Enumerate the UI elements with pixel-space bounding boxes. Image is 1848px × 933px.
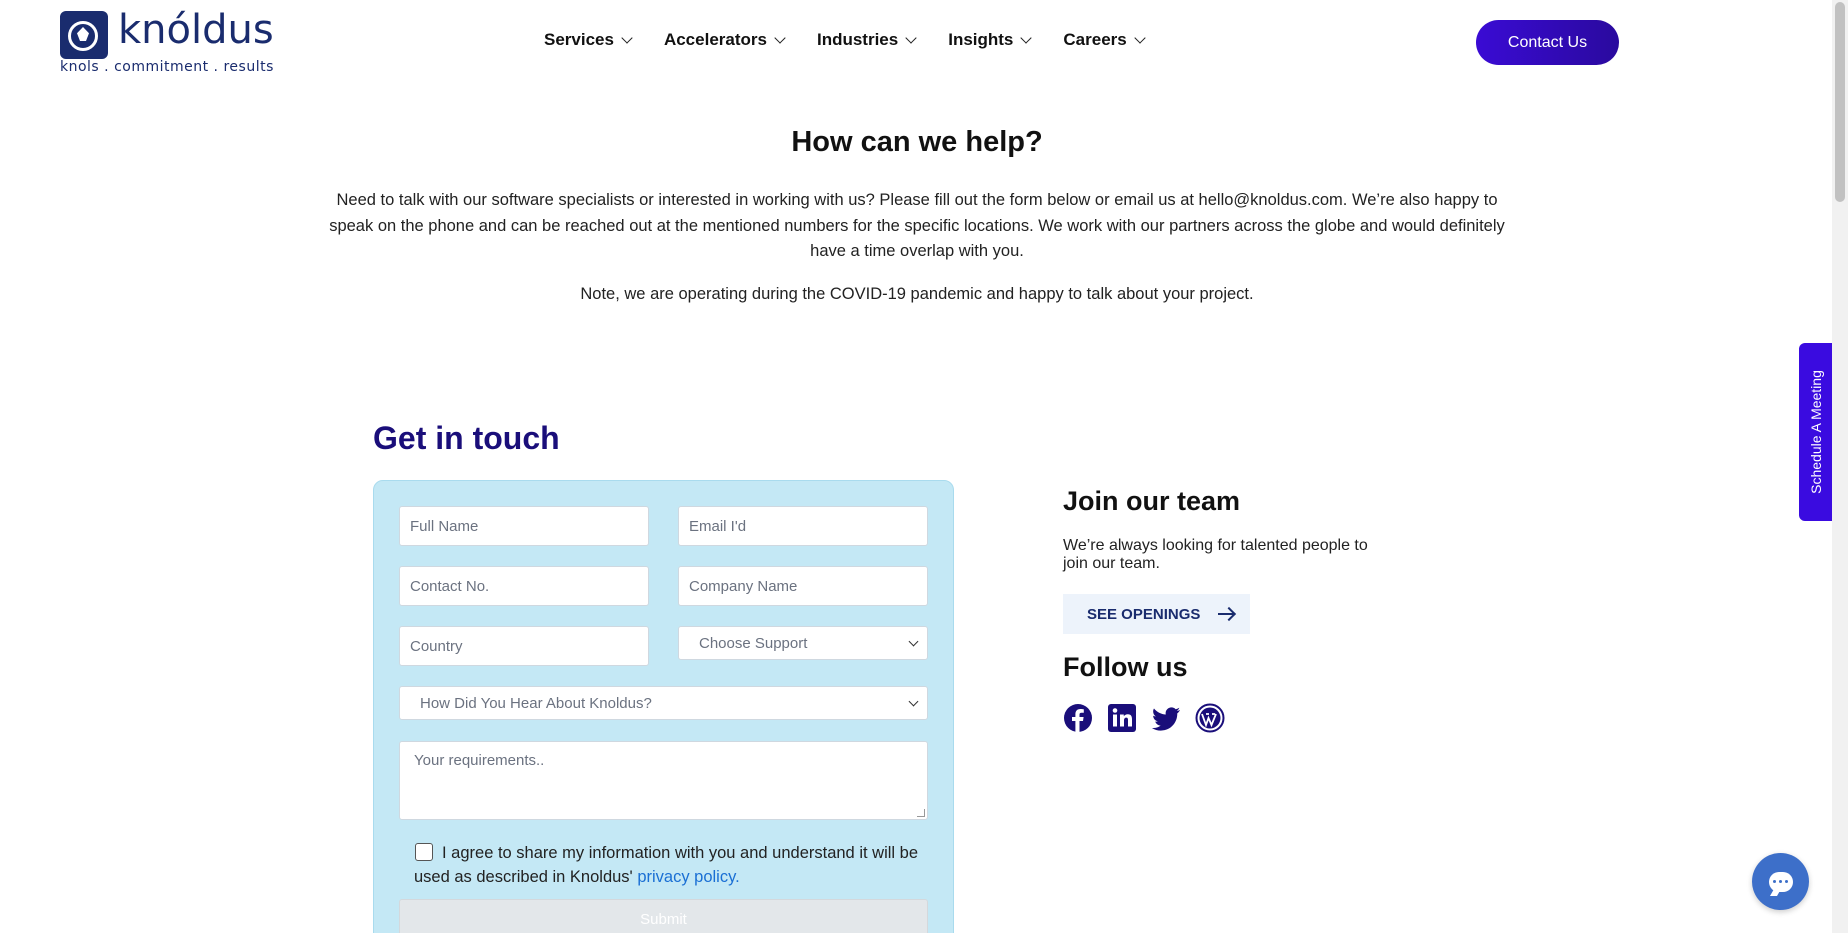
logo-tagline: knols . commitment . results <box>60 59 274 75</box>
chevron-down-icon <box>908 636 919 647</box>
company-name-input[interactable]: Company Name <box>678 566 928 606</box>
follow-title: Follow us <box>1063 652 1188 682</box>
see-openings-button[interactable]: SEE OPENINGS <box>1063 594 1250 634</box>
requirements-placeholder: Your requirements.. <box>414 752 545 769</box>
nav-industries[interactable]: Industries <box>816 30 917 50</box>
chevron-down-icon <box>1020 32 1033 44</box>
contact-placeholder: Contact No. <box>410 577 490 595</box>
nav-services[interactable]: Services <box>544 30 633 50</box>
submit-button[interactable]: Submit <box>399 899 928 933</box>
chevron-down-icon <box>774 32 786 44</box>
chat-bubble-icon <box>1768 871 1793 892</box>
join-title: Join our team <box>1063 486 1241 516</box>
email-input[interactable]: Email I'd <box>678 506 928 546</box>
intro-text: Need to talk with our software specialis… <box>329 191 1505 260</box>
nav-insights[interactable]: Insights <box>948 30 1033 50</box>
contact-number-input[interactable]: Contact No. <box>399 566 649 606</box>
chevron-down-icon <box>621 32 633 44</box>
country-placeholder: Country <box>410 637 463 655</box>
nav-label: Industries <box>816 30 899 49</box>
social-links <box>1063 703 1225 733</box>
chevron-down-icon <box>905 32 917 44</box>
knoldus-logo[interactable]: knóldus knols . commitment . results <box>60 7 274 77</box>
page-scrollbar[interactable] <box>1832 0 1848 933</box>
page-title: How can we help? <box>791 126 1043 158</box>
schedule-meeting-tab[interactable]: Schedule A Meeting <box>1799 343 1832 521</box>
referral-select-value: How Did You Hear About Knoldus? <box>420 694 652 712</box>
full-name-placeholder: Full Name <box>410 517 479 535</box>
twitter-icon[interactable] <box>1151 703 1181 733</box>
support-select-value: Choose Support <box>699 634 808 652</box>
chevron-down-icon <box>1134 32 1146 44</box>
consent-text: I agree to share my information with you… <box>414 841 934 889</box>
nav-label: Careers <box>1063 30 1127 49</box>
main-nav: Services Accelerators Industries Insight… <box>544 30 1177 50</box>
covid-note: Note, we are operating during the COVID-… <box>580 285 1254 303</box>
chat-widget-button[interactable] <box>1752 853 1809 910</box>
nav-label: Insights <box>948 30 1014 49</box>
privacy-policy-link[interactable]: privacy policy. <box>637 868 739 886</box>
chevron-down-icon <box>908 696 919 707</box>
linkedin-icon[interactable] <box>1107 703 1137 733</box>
email-placeholder: Email I'd <box>689 517 747 535</box>
contact-form: Full Name Email I'd Contact No. Company … <box>373 480 954 933</box>
nav-careers[interactable]: Careers <box>1063 30 1146 50</box>
resize-handle-icon[interactable] <box>917 809 925 817</box>
company-placeholder: Company Name <box>689 577 798 595</box>
country-input[interactable]: Country <box>399 626 649 666</box>
logo-mark-icon <box>60 11 108 59</box>
nav-label: Accelerators <box>663 30 767 49</box>
support-select[interactable]: Choose Support <box>678 626 928 660</box>
wordpress-icon[interactable] <box>1195 703 1225 733</box>
requirements-textarea[interactable]: Your requirements.. <box>399 741 928 820</box>
scrollbar-thumb[interactable] <box>1835 2 1845 202</box>
consent-checkbox[interactable] <box>415 843 433 861</box>
nav-accelerators[interactable]: Accelerators <box>663 30 786 50</box>
join-text: We’re always looking for talented people… <box>1063 537 1368 572</box>
facebook-icon[interactable] <box>1063 703 1093 733</box>
full-name-input[interactable]: Full Name <box>399 506 649 546</box>
logo-wordmark: knóldus <box>118 7 274 53</box>
site-header: knóldus knols . commitment . results Ser… <box>0 0 1830 90</box>
schedule-meeting-label: Schedule A Meeting <box>1807 370 1824 494</box>
arrow-right-icon <box>1218 613 1235 615</box>
form-title: Get in touch <box>373 420 560 456</box>
see-openings-label: SEE OPENINGS <box>1087 605 1201 623</box>
referral-select[interactable]: How Did You Hear About Knoldus? <box>399 686 928 720</box>
nav-label: Services <box>544 30 614 49</box>
contact-us-button[interactable]: Contact Us <box>1476 20 1619 65</box>
